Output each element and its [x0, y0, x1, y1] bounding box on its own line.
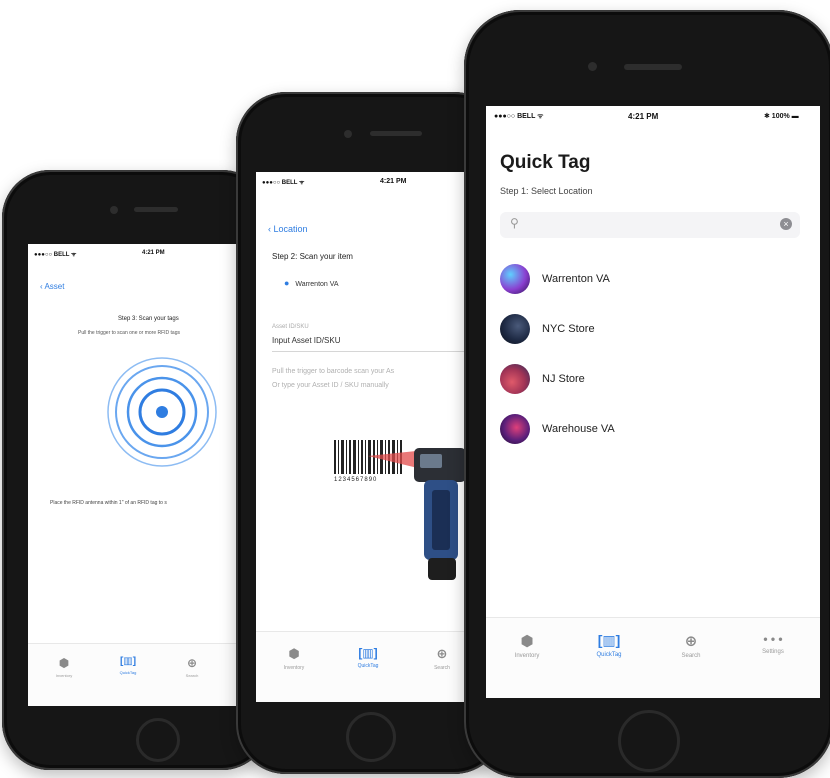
- location-name: Warrenton VA: [542, 273, 610, 285]
- tab-search[interactable]: ⊕ Search: [666, 632, 716, 659]
- tab-inventory[interactable]: ⬢ Inventory: [502, 632, 552, 659]
- back-button[interactable]: ‹ Location: [268, 224, 308, 234]
- tab-label: QuickTag: [119, 670, 137, 675]
- step-title: Step 2: Scan your item: [272, 252, 353, 261]
- step-title: Step 1: Select Location: [500, 186, 593, 196]
- tab-search[interactable]: ⊕ Search: [422, 646, 462, 671]
- step-instruction: Pull the trigger to scan one or more RFI…: [78, 330, 180, 336]
- home-button[interactable]: [346, 712, 396, 762]
- carrier-signal: ●●●○○ BELL ᯤ: [34, 252, 77, 258]
- tab-label: Settings: [762, 649, 784, 655]
- tab-bar: ⬢ Inventory [▥] QuickTag ⊕ Search: [256, 631, 486, 702]
- tab-settings[interactable]: • • • Settings: [748, 632, 798, 655]
- cube-icon: ⬢: [58, 656, 70, 670]
- location-chip-label: Warrenton VA: [295, 281, 339, 288]
- barcode-digits: 1234567890: [334, 477, 378, 483]
- barcode-icon: [▥]: [119, 656, 137, 667]
- tab-label: Search: [681, 653, 701, 659]
- screen-front: ●●●○○ BELL ᯤ 4:21 PM ✱ 100% ▬ Quick Tag …: [486, 106, 820, 698]
- hint-line-1: Pull the trigger to barcode scan your As: [272, 368, 395, 375]
- page-title: Quick Tag: [500, 152, 591, 173]
- barcode-icon: [▥]: [358, 646, 378, 660]
- tab-quicktag[interactable]: [▥] QuickTag: [348, 646, 388, 669]
- carrier-signal: ●●●○○ BELL ᯤ: [262, 180, 305, 186]
- search-icon: ⚲: [510, 216, 519, 230]
- tab-label: Search: [434, 665, 450, 671]
- tab-label: Inventory: [55, 673, 73, 678]
- footer-note: Place the RFID antenna within 1" of an R…: [50, 500, 167, 506]
- location-avatar: [500, 364, 530, 394]
- more-icon: • • •: [763, 632, 783, 646]
- tab-label: Inventory: [514, 653, 540, 659]
- location-name: NYC Store: [542, 323, 595, 335]
- location-avatar: [500, 264, 530, 294]
- location-pin-icon: ●: [284, 278, 290, 288]
- asset-id-input[interactable]: Input Asset ID/SKU: [272, 336, 482, 352]
- crosshair-icon: ⊕: [186, 656, 198, 670]
- location-row-warehouse[interactable]: Warehouse VA: [500, 414, 806, 448]
- clear-icon[interactable]: ×: [780, 218, 792, 230]
- hint-line-2: Or type your Asset ID / SKU manually: [272, 382, 389, 389]
- location-row-nyc[interactable]: NYC Store: [500, 314, 806, 348]
- tab-quicktag[interactable]: [▥] QuickTag: [584, 632, 634, 658]
- location-avatar: [500, 314, 530, 344]
- tab-bar: ⬢ Inventory [▥] QuickTag ⊕ Search: [28, 643, 268, 706]
- cube-icon: ⬢: [288, 646, 300, 661]
- phone-front: ●●●○○ BELL ᯤ 4:21 PM ✱ 100% ▬ Quick Tag …: [464, 10, 830, 778]
- earpiece-speaker: [134, 207, 178, 212]
- cube-icon: ⬢: [520, 633, 534, 650]
- tab-inventory[interactable]: ⬢ Inventory: [46, 656, 82, 679]
- carrier-signal: ●●●○○ BELL ᯤ: [494, 113, 544, 120]
- barcode-icon: [▥]: [597, 632, 621, 648]
- back-button[interactable]: ‹ Asset: [40, 282, 64, 291]
- step-title: Step 3: Scan your tags: [118, 316, 179, 322]
- screen-middle: ●●●○○ BELL ᯤ 4:21 PM ‹ Location Step 2: …: [256, 172, 486, 702]
- location-row-warrenton[interactable]: Warrenton VA: [500, 264, 806, 298]
- front-camera: [110, 206, 118, 214]
- location-row-nj[interactable]: NJ Store: [500, 364, 806, 398]
- front-camera: [588, 62, 597, 71]
- status-time: 4:21 PM: [142, 250, 165, 256]
- battery-indicator: ✱ 100% ▬: [764, 113, 799, 120]
- phone-left: ●●●○○ BELL ᯤ 4:21 PM ‹ Asset Step 3: Sca…: [2, 170, 270, 770]
- tab-label: Inventory: [283, 665, 305, 671]
- status-time: 4:21 PM: [380, 178, 407, 185]
- status-time: 4:21 PM: [628, 112, 659, 121]
- barcode-scanner-illustration: [334, 440, 466, 580]
- tab-bar: ⬢ Inventory [▥] QuickTag ⊕ Search • • • …: [486, 617, 820, 698]
- home-button[interactable]: [618, 710, 680, 772]
- rfid-scan-icon: [107, 357, 217, 467]
- location-search-field[interactable]: ⚲ ×: [500, 212, 800, 238]
- tab-quicktag[interactable]: [▥] QuickTag: [110, 656, 146, 676]
- screen-left: ●●●○○ BELL ᯤ 4:21 PM ‹ Asset Step 3: Sca…: [28, 244, 268, 706]
- tab-search[interactable]: ⊕ Search: [174, 656, 210, 679]
- tab-inventory[interactable]: ⬢ Inventory: [274, 646, 314, 671]
- location-avatar: [500, 414, 530, 444]
- earpiece-speaker: [624, 64, 682, 70]
- location-name: Warehouse VA: [542, 423, 615, 435]
- tab-label: Search: [185, 673, 199, 678]
- home-button[interactable]: [136, 718, 180, 762]
- location-name: NJ Store: [542, 373, 585, 385]
- front-camera: [344, 130, 352, 138]
- crosshair-icon: ⊕: [684, 633, 698, 650]
- field-label: Asset ID/SKU: [272, 324, 309, 330]
- location-chip: ● Warrenton VA: [284, 278, 339, 288]
- earpiece-speaker: [370, 131, 422, 136]
- tab-label: QuickTag: [357, 663, 379, 669]
- tab-label: QuickTag: [596, 652, 622, 658]
- crosshair-icon: ⊕: [436, 646, 448, 661]
